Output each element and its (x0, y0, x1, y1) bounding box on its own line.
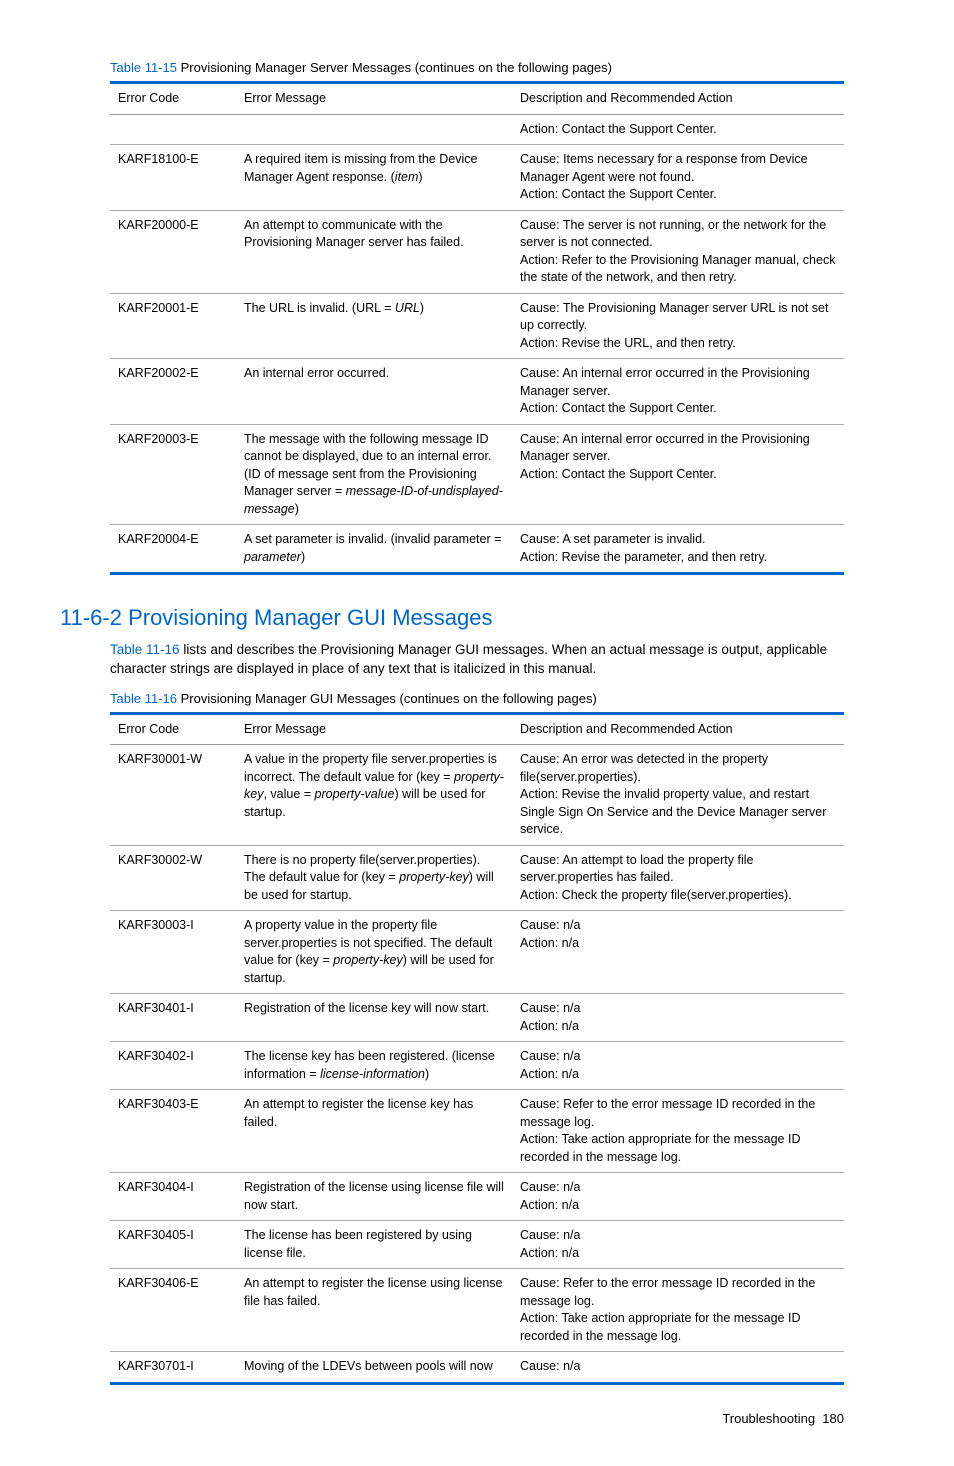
cell-description: Cause: The server is not running, or the… (512, 210, 844, 293)
cell-error-message: A property value in the property file se… (236, 911, 512, 994)
table15-caption: Table 11-15 Provisioning Manager Server … (110, 60, 844, 75)
cell-error-message: Moving of the LDEVs between pools will n… (236, 1352, 512, 1384)
cell-error-message: An attempt to register the license using… (236, 1269, 512, 1352)
cell-error-message: The license has been registered by using… (236, 1221, 512, 1269)
cell-error-message: A value in the property file server.prop… (236, 745, 512, 846)
cell-error-code: KARF20003-E (110, 424, 236, 525)
table-row: KARF30403-EAn attempt to register the li… (110, 1090, 844, 1173)
cell-error-code: KARF30406-E (110, 1269, 236, 1352)
cell-description: Cause: An internal error occurred in the… (512, 359, 844, 425)
table15-h-code: Error Code (110, 83, 236, 115)
table-row: KARF20001-EThe URL is invalid. (URL = UR… (110, 293, 844, 359)
cell-description: Cause: Refer to the error message ID rec… (512, 1269, 844, 1352)
cell-description: Cause: n/aAction: n/a (512, 1042, 844, 1090)
cell-error-code: KARF30405-I (110, 1221, 236, 1269)
cell-error-code: KARF20001-E (110, 293, 236, 359)
cell-description: Cause: A set parameter is invalid.Action… (512, 525, 844, 574)
cell-error-code: KARF20004-E (110, 525, 236, 574)
table-row: KARF30701-IMoving of the LDEVs between p… (110, 1352, 844, 1384)
cell-error-message (236, 114, 512, 145)
table-row: KARF20000-EAn attempt to communicate wit… (110, 210, 844, 293)
table-row: KARF20003-EThe message with the followin… (110, 424, 844, 525)
table16-caption-link[interactable]: Table 11-16 (110, 691, 177, 706)
cell-description: Cause: Items necessary for a response fr… (512, 145, 844, 211)
cell-description: Cause: Refer to the error message ID rec… (512, 1090, 844, 1173)
table15-caption-rest: Provisioning Manager Server Messages (co… (177, 60, 612, 75)
cell-error-code (110, 114, 236, 145)
table15: Error Code Error Message Description and… (110, 81, 844, 575)
cell-error-code: KARF30002-W (110, 845, 236, 911)
table15-h-desc: Description and Recommended Action (512, 83, 844, 115)
cell-error-code: KARF30001-W (110, 745, 236, 846)
table16: Error Code Error Message Description and… (110, 712, 844, 1385)
page-footer: Troubleshooting 180 (110, 1411, 844, 1426)
cell-description: Cause: An attempt to load the property f… (512, 845, 844, 911)
cell-error-message: Registration of the license using licens… (236, 1173, 512, 1221)
cell-error-message: An internal error occurred. (236, 359, 512, 425)
footer-page: 180 (822, 1411, 844, 1426)
cell-error-message: The URL is invalid. (URL = URL) (236, 293, 512, 359)
cell-error-code: KARF30403-E (110, 1090, 236, 1173)
section-para-rest: lists and describes the Provisioning Man… (110, 642, 827, 676)
cell-error-code: KARF18100-E (110, 145, 236, 211)
table16-caption-rest: Provisioning Manager GUI Messages (conti… (177, 691, 597, 706)
table-row: KARF20004-EA set parameter is invalid. (… (110, 525, 844, 574)
cell-description: Cause: An internal error occurred in the… (512, 424, 844, 525)
cell-description: Cause: n/aAction: n/a (512, 1173, 844, 1221)
table-row: KARF30003-IA property value in the prope… (110, 911, 844, 994)
cell-description: Action: Contact the Support Center. (512, 114, 844, 145)
cell-error-message: Registration of the license key will now… (236, 994, 512, 1042)
table15-caption-link[interactable]: Table 11-15 (110, 60, 177, 75)
table16-h-msg: Error Message (236, 713, 512, 745)
cell-description: Cause: n/aAction: n/a (512, 911, 844, 994)
section-heading: 11-6-2 Provisioning Manager GUI Messages (60, 605, 844, 631)
table15-h-msg: Error Message (236, 83, 512, 115)
cell-description: Cause: n/aAction: n/a (512, 1221, 844, 1269)
section-para: Table 11-16 lists and describes the Prov… (110, 641, 844, 679)
cell-error-message: An attempt to communicate with the Provi… (236, 210, 512, 293)
cell-description: Cause: n/a (512, 1352, 844, 1384)
cell-error-code: KARF30401-I (110, 994, 236, 1042)
cell-description: Cause: n/aAction: n/a (512, 994, 844, 1042)
table-row: KARF30406-EAn attempt to register the li… (110, 1269, 844, 1352)
footer-section: Troubleshooting (722, 1411, 815, 1426)
table16-h-desc: Description and Recommended Action (512, 713, 844, 745)
cell-error-code: KARF30003-I (110, 911, 236, 994)
cell-error-message: The license key has been registered. (li… (236, 1042, 512, 1090)
section-para-link[interactable]: Table 11-16 (110, 642, 180, 657)
table-row: KARF20002-EAn internal error occurred.Ca… (110, 359, 844, 425)
cell-error-code: KARF20002-E (110, 359, 236, 425)
table16-h-code: Error Code (110, 713, 236, 745)
table-row: KARF18100-EA required item is missing fr… (110, 145, 844, 211)
table-row: KARF30402-IThe license key has been regi… (110, 1042, 844, 1090)
table-row: KARF30404-IRegistration of the license u… (110, 1173, 844, 1221)
table16-caption: Table 11-16 Provisioning Manager GUI Mes… (110, 691, 844, 706)
cell-error-message: A set parameter is invalid. (invalid par… (236, 525, 512, 574)
cell-error-code: KARF30404-I (110, 1173, 236, 1221)
cell-error-message: There is no property file(server.propert… (236, 845, 512, 911)
table-row: KARF30001-WA value in the property file … (110, 745, 844, 846)
table-row: KARF30002-WThere is no property file(ser… (110, 845, 844, 911)
cell-description: Cause: An error was detected in the prop… (512, 745, 844, 846)
table-row: KARF30401-IRegistration of the license k… (110, 994, 844, 1042)
cell-error-message: A required item is missing from the Devi… (236, 145, 512, 211)
cell-error-code: KARF30402-I (110, 1042, 236, 1090)
cell-error-message: An attempt to register the license key h… (236, 1090, 512, 1173)
table-row: KARF30405-IThe license has been register… (110, 1221, 844, 1269)
cell-error-code: KARF20000-E (110, 210, 236, 293)
cell-error-message: The message with the following message I… (236, 424, 512, 525)
cell-description: Cause: The Provisioning Manager server U… (512, 293, 844, 359)
table-row: Action: Contact the Support Center. (110, 114, 844, 145)
cell-error-code: KARF30701-I (110, 1352, 236, 1384)
